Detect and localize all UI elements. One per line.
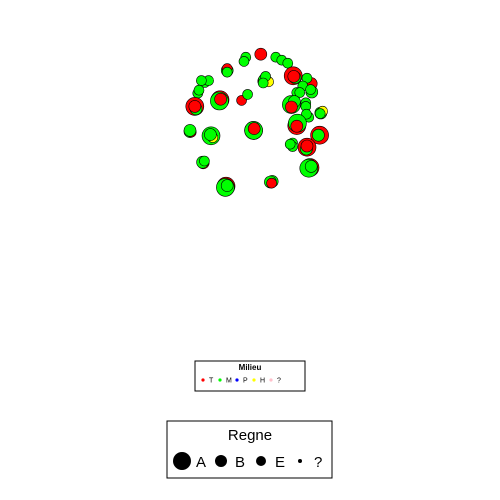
- bubble-point: [220, 179, 234, 192]
- bubble-point: [285, 100, 298, 114]
- bubble-point: [183, 124, 197, 137]
- legend-milieu-title: Milieu: [239, 363, 262, 372]
- legend-milieu-swatch: [269, 378, 273, 382]
- bubble-point: [214, 92, 227, 106]
- bubble-point: [238, 56, 250, 67]
- bubble-point: [312, 128, 325, 142]
- legend-regne: Regne A B E?: [166, 420, 333, 479]
- legend-regne-swatch: [173, 452, 191, 470]
- bubble-point: [284, 138, 296, 150]
- legend-regne-label: A: [196, 454, 206, 471]
- bubble-point: [242, 89, 253, 100]
- bubble-point: [305, 84, 316, 95]
- bubble-point: [193, 84, 205, 96]
- legend-regne-label: B: [235, 454, 245, 471]
- bubble-point: [314, 108, 326, 119]
- legend-regne-label: E: [275, 454, 285, 471]
- bubble-point: [257, 77, 269, 89]
- bubble-point: [196, 75, 207, 86]
- legend-milieu-swatch: [235, 378, 239, 382]
- legend-milieu-label: P: [243, 378, 248, 385]
- bubble-point: [204, 128, 217, 141]
- bubble-point: [254, 47, 268, 61]
- bubble-point: [287, 70, 301, 83]
- legend-regne-label: ?: [314, 454, 322, 471]
- bubble-point: [221, 66, 233, 78]
- legend-regne-swatch: [298, 459, 302, 463]
- legend-milieu-swatch: [218, 378, 222, 382]
- legend-milieu-swatch: [201, 378, 205, 382]
- legend-milieu-label: M: [226, 378, 232, 385]
- plot-area: [183, 47, 329, 197]
- legend-regne-swatch: [256, 456, 266, 466]
- bubble-point: [266, 177, 277, 189]
- bubble-point: [290, 119, 304, 133]
- legend-milieu: Milieu T M P H?: [194, 360, 306, 392]
- bubble-chart: Milieu T M P H? Regne A B E?: [166, 47, 333, 479]
- bubble-point: [247, 122, 261, 135]
- legend-milieu-label: H: [260, 378, 265, 385]
- legend-milieu-swatch: [252, 378, 256, 382]
- bubble-point: [199, 155, 210, 167]
- bubble-point: [304, 160, 318, 173]
- bubble-point: [188, 100, 202, 113]
- bubble-point: [300, 139, 314, 153]
- legend-milieu-label: T: [209, 378, 214, 385]
- legend-milieu-label: ?: [277, 378, 281, 385]
- legend-regne-swatch: [215, 455, 227, 467]
- legend-regne-title: Regne: [228, 427, 272, 444]
